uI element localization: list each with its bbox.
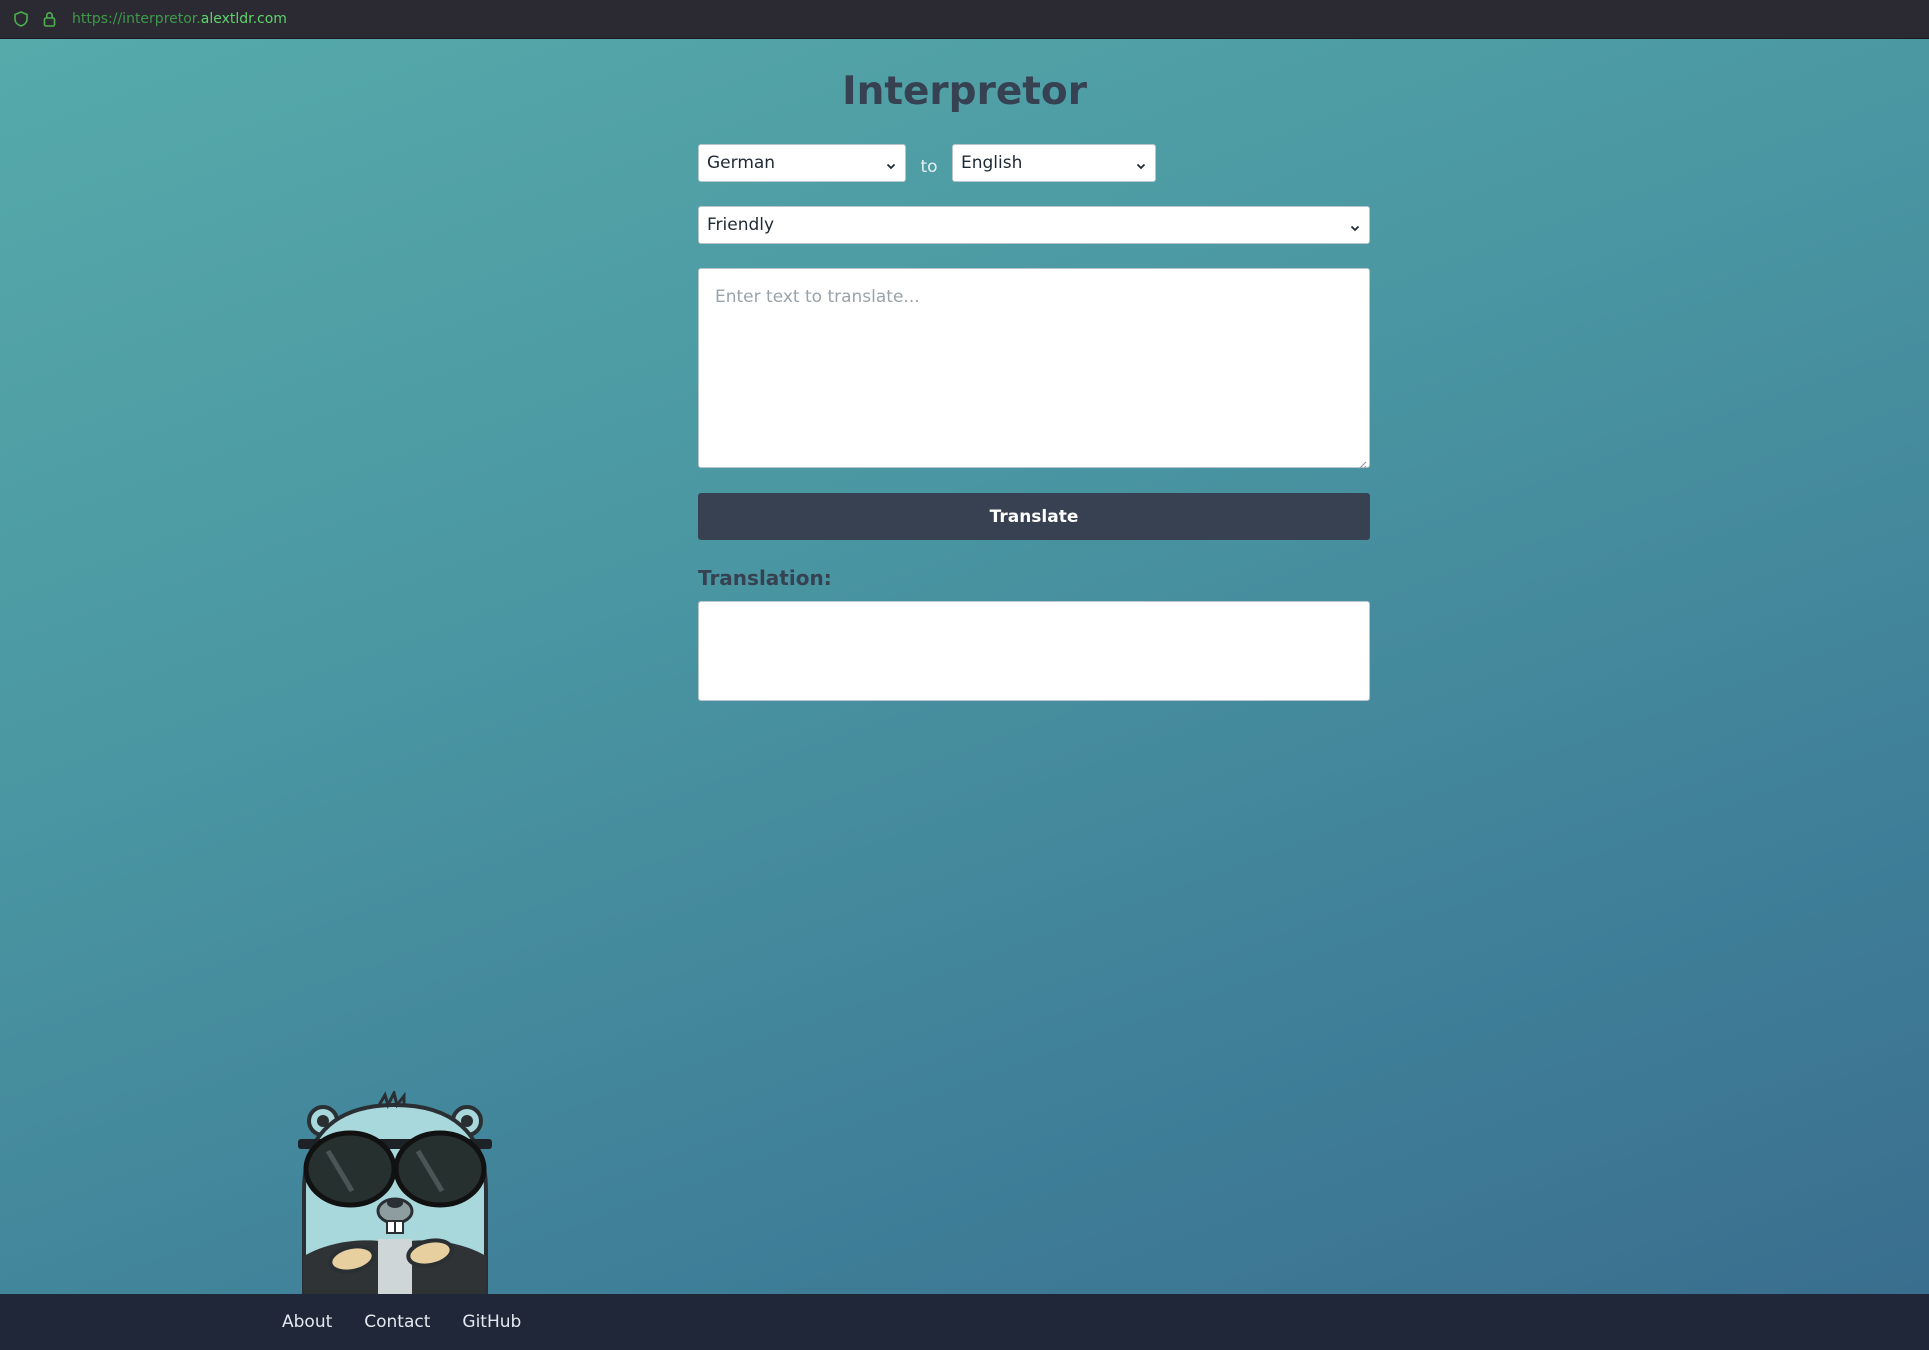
translate-button[interactable]: Translate <box>698 493 1370 540</box>
url-domain: alextldr.com <box>200 11 287 27</box>
resize-handle-icon[interactable] <box>1357 455 1367 470</box>
footer: About Contact GitHub <box>0 1294 1929 1350</box>
target-language-select[interactable]: English <box>952 144 1156 182</box>
page-background: Interpretor German to English Friendly E… <box>0 39 1929 1335</box>
chevron-down-icon <box>1135 157 1147 170</box>
tone-select[interactable]: Friendly <box>698 206 1370 244</box>
translation-heading: Translation: <box>698 566 832 590</box>
translation-output <box>698 601 1370 701</box>
chevron-down-icon <box>885 157 897 170</box>
translate-button-label: Translate <box>989 506 1079 527</box>
page-title: Interpretor <box>842 69 1087 114</box>
tone-value: Friendly <box>707 215 775 235</box>
url-prefix: https://interpretor. <box>72 11 201 27</box>
footer-link-contact[interactable]: Contact <box>364 1312 430 1332</box>
footer-link-about[interactable]: About <box>282 1312 332 1332</box>
to-label: to <box>920 157 938 177</box>
footer-link-github[interactable]: GitHub <box>462 1312 521 1332</box>
browser-url-bar[interactable]: https://interpretor.alextldr.com <box>0 0 1929 39</box>
input-placeholder: Enter text to translate... <box>715 287 920 307</box>
source-language-value: German <box>707 153 776 173</box>
url-text[interactable]: https://interpretor.alextldr.com <box>72 11 287 27</box>
chevron-down-icon <box>1349 219 1361 232</box>
source-language-select[interactable]: German <box>698 144 906 182</box>
target-language-value: English <box>961 153 1023 173</box>
shield-icon[interactable] <box>12 10 30 28</box>
lock-icon[interactable] <box>40 10 58 28</box>
source-text-input[interactable]: Enter text to translate... <box>698 268 1370 470</box>
